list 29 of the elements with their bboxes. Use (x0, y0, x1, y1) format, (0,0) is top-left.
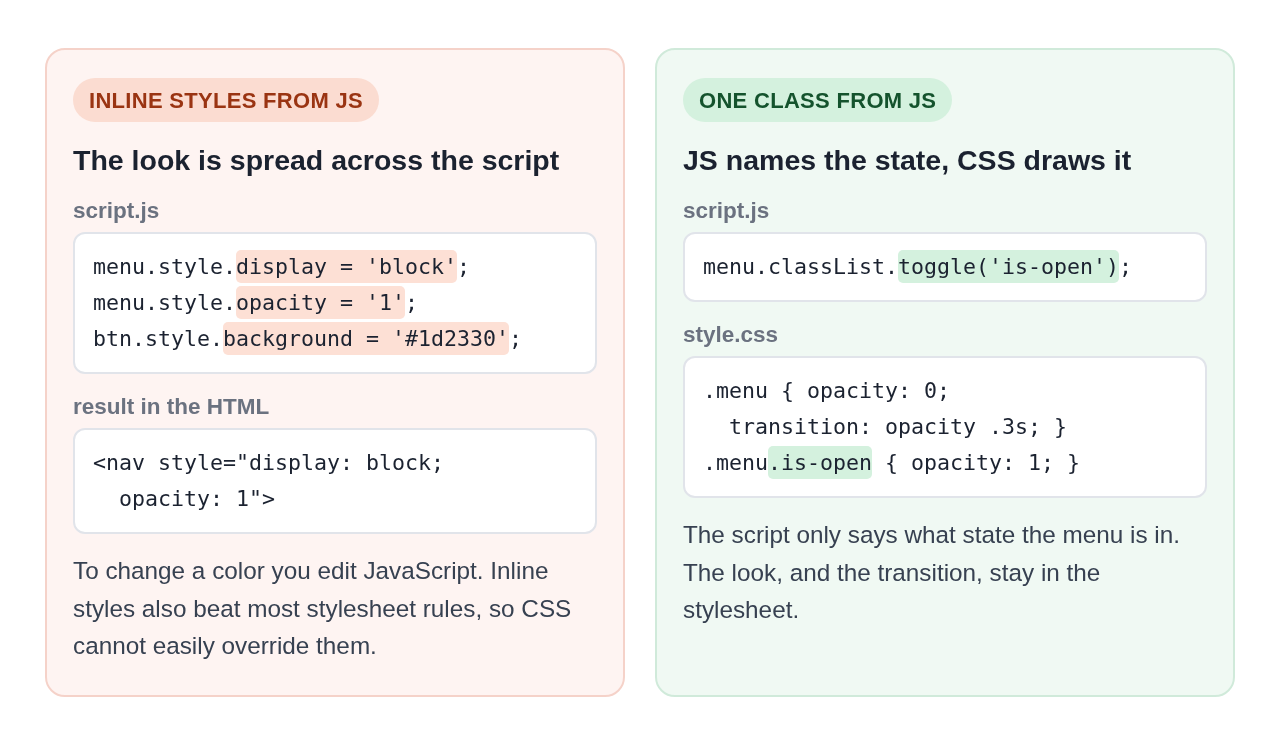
code-text: transition: opacity .3s; } (728, 413, 1067, 441)
card-heading: JS names the state, CSS draws it (683, 143, 1133, 178)
code-text: ; (509, 325, 523, 353)
code-text: opacity: 1"> (118, 485, 275, 513)
code-text: ; (405, 289, 419, 317)
highlighted-code: .is-open (768, 446, 873, 479)
code-text: .menu (703, 449, 768, 477)
highlighted-code: opacity = '1' (236, 286, 406, 319)
file-label: script.js (683, 197, 771, 225)
category-badge: ONE CLASS FROM JS (683, 78, 953, 122)
card-description: To change a color you edit JavaScript. Inline styles also beat most stylesheet rules, so CSS cannot easily override them. (73, 556, 573, 661)
code-text: ; (457, 253, 471, 281)
highlighted-code: background = '#1d2330' (223, 322, 510, 355)
card-heading: The look is spread across the script (73, 143, 561, 178)
category-badge: INLINE STYLES FROM JS (73, 78, 379, 122)
highlighted-code: display = 'block' (236, 250, 458, 283)
code-text: menu.style. (93, 253, 236, 281)
file-label: script.js (73, 197, 161, 225)
code-text: menu.style. (93, 289, 236, 317)
code-text: <nav style="display: block; (93, 449, 444, 477)
file-label: result in the HTML (73, 393, 271, 421)
file-label: style.css (683, 321, 780, 349)
code-text: .menu { opacity: 0; (703, 377, 950, 405)
highlighted-code: toggle('is-open') (898, 250, 1120, 283)
code-text: btn.style. (93, 325, 223, 353)
code-text: { opacity: 1; } (884, 449, 1081, 477)
code-text: menu.classList. (703, 253, 898, 281)
card-description: The script only says what state the menu is in. The look, and the transition, stay in the stylesheet. (683, 520, 1181, 625)
code-text: ; (1119, 253, 1133, 281)
